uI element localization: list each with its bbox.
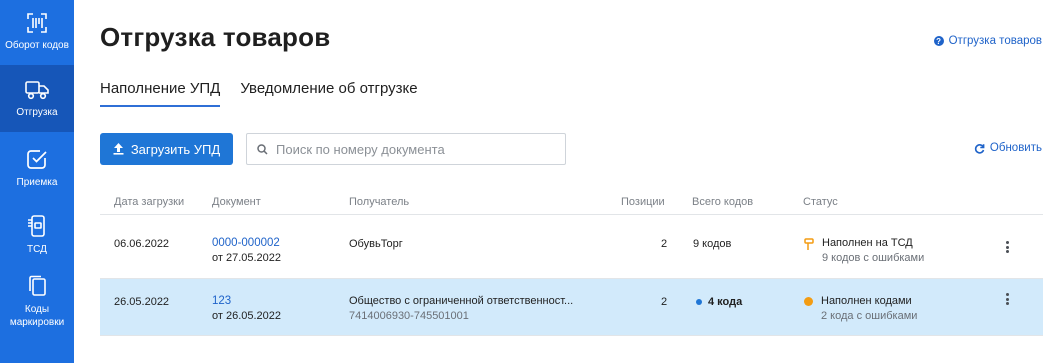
status-label: Наполнен на ТСД xyxy=(822,237,913,249)
checkbox-icon xyxy=(27,150,47,169)
status-dot-orange-icon xyxy=(804,297,813,306)
upload-date: 26.05.2022 xyxy=(114,296,170,308)
row-menu-button[interactable] xyxy=(1001,239,1013,255)
status-sub: 2 кода с ошибками xyxy=(821,310,918,322)
refresh-button[interactable]: Обновить xyxy=(974,142,1042,154)
sidebar: Оборот кодов Отгрузка Приемка ТСД Коды м… xyxy=(0,0,74,363)
search-input[interactable] xyxy=(276,141,556,157)
upload-icon xyxy=(113,143,124,155)
barcode-scan-icon xyxy=(27,13,47,33)
refresh-icon xyxy=(974,143,985,154)
recipient-name: Общество с ограниченной ответственност..… xyxy=(349,295,574,307)
codes-cell: 4 кода xyxy=(696,296,742,308)
scanner-icon xyxy=(804,238,814,250)
positions-count: 2 xyxy=(661,296,668,308)
upd-table: Дата загрузки Документ Получатель Позици… xyxy=(100,186,1043,336)
sidebar-item-label: Отгрузка xyxy=(16,107,58,118)
column-header-positions[interactable]: Позиции xyxy=(621,196,665,208)
codes-count: 9 кодов xyxy=(693,238,732,250)
table-row[interactable]: 06.06.2022 0000-000002 от 27.05.2022 Обу… xyxy=(100,215,1043,279)
copy-codes-icon xyxy=(29,275,46,296)
tabs: Наполнение УПД Уведомление об отгрузке xyxy=(100,80,418,107)
truck-icon xyxy=(25,81,49,100)
column-header-total-codes[interactable]: Всего кодов xyxy=(692,196,753,208)
positions-count: 2 xyxy=(661,238,668,250)
column-header-upload-date[interactable]: Дата загрузки xyxy=(114,196,184,208)
recipient-name: ОбувьТорг xyxy=(349,238,403,250)
status-cell: Наполнен кодами 2 кода с ошибками xyxy=(804,295,917,322)
status-sub: 9 кодов с ошибками xyxy=(822,252,925,264)
upload-button-label: Загрузить УПД xyxy=(130,141,221,157)
status-label: Наполнен кодами xyxy=(821,295,912,307)
document-link[interactable]: 123 xyxy=(212,295,281,307)
search-icon xyxy=(257,143,268,155)
sidebar-item-shipment[interactable]: Отгрузка xyxy=(0,65,74,132)
sidebar-item-label: Оборот кодов xyxy=(5,40,69,51)
table-header: Дата загрузки Документ Получатель Позици… xyxy=(100,186,1043,215)
refresh-label: Обновить xyxy=(989,142,1042,154)
sidebar-item-tsd[interactable]: ТСД xyxy=(0,200,74,266)
status-cell: Наполнен на ТСД 9 кодов с ошибками xyxy=(804,237,924,264)
sidebar-item-marking-codes[interactable]: Коды маркировки xyxy=(0,266,74,336)
sidebar-item-label: Приемка xyxy=(16,177,58,188)
sidebar-item-acceptance[interactable]: Приемка xyxy=(0,132,74,200)
table-row[interactable]: 26.05.2022 123 от 26.05.2022 Общество с … xyxy=(100,279,1043,336)
help-icon: ? xyxy=(933,36,944,46)
help-link[interactable]: ? Отгрузка товаров xyxy=(933,35,1042,47)
page-title: Отгрузка товаров xyxy=(100,22,331,52)
recipient-cell: Общество с ограниченной ответственност..… xyxy=(349,295,573,322)
column-header-status[interactable]: Статус xyxy=(803,196,838,208)
tab-upd-filling[interactable]: Наполнение УПД xyxy=(100,80,221,107)
sidebar-item-label: Коды маркировки xyxy=(9,304,65,328)
help-link-label: Отгрузка товаров xyxy=(948,35,1042,47)
handheld-scanner-icon xyxy=(28,215,45,237)
codes-status-dot xyxy=(696,299,702,306)
row-menu-button[interactable] xyxy=(1001,291,1013,307)
column-header-recipient[interactable]: Получатель xyxy=(349,196,409,208)
upload-upd-button[interactable]: Загрузить УПД xyxy=(100,133,233,165)
document-date: от 26.05.2022 xyxy=(212,310,282,322)
recipient-inn: 7414006930-745501001 xyxy=(349,310,469,322)
sidebar-item-label: ТСД xyxy=(27,244,47,255)
upload-date: 06.06.2022 xyxy=(114,238,170,250)
document-cell: 0000-000002 от 27.05.2022 xyxy=(212,237,281,264)
document-link[interactable]: 0000-000002 xyxy=(212,237,281,249)
document-date: от 27.05.2022 xyxy=(212,252,282,264)
tab-shipment-notice[interactable]: Уведомление об отгрузке xyxy=(240,80,417,107)
sidebar-item-code-turnover[interactable]: Оборот кодов xyxy=(0,0,74,65)
codes-count: 4 кода xyxy=(708,296,743,308)
search-field[interactable] xyxy=(246,133,566,165)
column-header-document[interactable]: Документ xyxy=(212,196,261,208)
document-cell: 123 от 26.05.2022 xyxy=(212,295,281,322)
